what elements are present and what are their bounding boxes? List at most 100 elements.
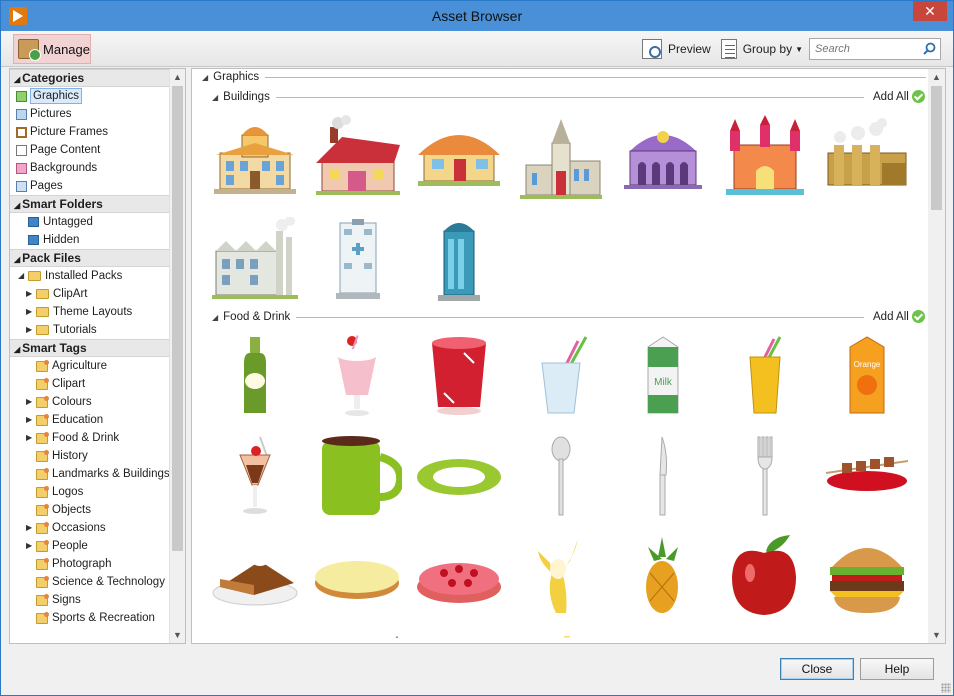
tag-history[interactable]: ▶History <box>10 447 170 465</box>
expand-icon[interactable]: ▶ <box>26 393 34 411</box>
asset-thumbnail[interactable] <box>414 217 504 303</box>
asset-thumbnail[interactable] <box>516 333 606 419</box>
tag-photograph[interactable]: ▶Photograph <box>10 555 170 573</box>
tag-clipart[interactable]: ▶Clipart <box>10 375 170 393</box>
asset-thumbnail[interactable] <box>522 635 612 643</box>
asset-thumbnail[interactable] <box>210 533 300 619</box>
folder-icon <box>28 271 41 281</box>
group-by-button[interactable]: Group by ▼ <box>720 39 803 59</box>
tag-food-drink[interactable]: ▶ Food & Drink <box>10 429 170 447</box>
smart-folder-untagged[interactable]: Untagged <box>10 213 170 231</box>
expand-icon[interactable]: ▶ <box>26 321 34 339</box>
pack-clipart[interactable]: ▶ ClipArt <box>10 285 170 303</box>
category-page-content[interactable]: Page Content <box>10 141 170 159</box>
help-button[interactable]: Help <box>860 658 934 680</box>
category-picture-frames[interactable]: Picture Frames <box>10 123 170 141</box>
tag-landmarks[interactable]: ▶Landmarks & Buildings <box>10 465 170 483</box>
content-scrollbar[interactable]: ▲ ▼ <box>928 69 945 643</box>
smart-folder-hidden[interactable]: Hidden <box>10 231 170 249</box>
pack-installed-packs[interactable]: ◢ Installed Packs <box>10 267 170 285</box>
asset-thumbnail[interactable] <box>312 533 402 619</box>
section-categories[interactable]: ◢ Categories <box>10 69 170 87</box>
category-pictures[interactable]: Pictures <box>10 105 170 123</box>
add-all-buildings[interactable]: Add All <box>873 90 925 103</box>
asset-thumbnail[interactable] <box>414 533 504 619</box>
expand-icon[interactable]: ▶ <box>26 411 34 429</box>
search-icon[interactable] <box>923 42 936 55</box>
asset-thumbnail[interactable]: Milk <box>618 333 708 419</box>
pack-theme-layouts[interactable]: ▶ Theme Layouts <box>10 303 170 321</box>
asset-thumbnail[interactable] <box>312 433 405 519</box>
search-input[interactable] <box>810 39 918 59</box>
content-scroll-thumb[interactable] <box>931 86 942 210</box>
expand-icon[interactable]: ▶ <box>26 537 34 555</box>
sidebar-scroll-thumb[interactable] <box>172 86 183 551</box>
expand-icon[interactable]: ▶ <box>26 519 34 537</box>
pack-tutorials[interactable]: ▶ Tutorials <box>10 321 170 339</box>
tag-objects[interactable]: ▶Objects <box>10 501 170 519</box>
tag-agriculture[interactable]: ▶Agriculture <box>10 357 170 375</box>
tag-folder-icon <box>36 539 49 552</box>
asset-thumbnail[interactable] <box>618 115 708 201</box>
tag-science[interactable]: ▶Science & Technology <box>10 573 170 591</box>
tag-people[interactable]: ▶ People <box>10 537 170 555</box>
sidebar-scrollbar[interactable]: ▲ ▼ <box>169 69 185 643</box>
category-pages[interactable]: Pages <box>10 177 170 195</box>
asset-thumbnail[interactable] <box>414 115 504 201</box>
asset-thumbnail[interactable]: Orange <box>822 333 912 419</box>
tag-logos[interactable]: ▶Logos <box>10 483 170 501</box>
asset-thumbnail[interactable] <box>618 433 708 519</box>
asset-thumbnail[interactable] <box>720 533 810 619</box>
asset-thumbnail[interactable] <box>516 433 606 519</box>
tag-sports[interactable]: ▶Sports & Recreation <box>10 609 170 627</box>
window-close-button[interactable]: ✕ <box>913 1 947 21</box>
section-smart-tags[interactable]: ◢ Smart Tags <box>10 339 170 357</box>
tag-signs[interactable]: ▶Signs <box>10 591 170 609</box>
asset-thumbnail[interactable] <box>822 433 912 519</box>
manage-button[interactable]: Manage <box>13 34 91 64</box>
expand-icon[interactable]: ▶ <box>26 429 34 447</box>
scroll-up-icon[interactable]: ▲ <box>928 69 945 85</box>
asset-thumbnail[interactable] <box>210 115 300 201</box>
scroll-down-icon[interactable]: ▼ <box>170 627 185 643</box>
svg-text:Milk: Milk <box>654 377 673 388</box>
asset-thumbnail[interactable] <box>312 217 402 303</box>
section-smart-folders[interactable]: ◢ Smart Folders <box>10 195 170 213</box>
add-all-food-drink[interactable]: Add All <box>873 310 925 323</box>
asset-thumbnail[interactable] <box>210 433 300 519</box>
asset-thumbnail[interactable] <box>414 433 504 519</box>
tag-folder-icon <box>36 521 49 534</box>
asset-thumbnail[interactable] <box>720 333 810 419</box>
tag-colours[interactable]: ▶ Colours <box>10 393 170 411</box>
group-food-drink[interactable]: ◢ Food & Drink <box>212 311 864 323</box>
resize-grip-icon[interactable] <box>941 683 951 693</box>
asset-thumbnail[interactable] <box>210 216 300 303</box>
asset-thumbnail[interactable] <box>822 533 912 619</box>
close-button[interactable]: Close <box>780 658 854 680</box>
collapse-icon: ◢ <box>14 75 21 84</box>
asset-thumbnail[interactable] <box>312 115 402 201</box>
asset-thumbnail[interactable] <box>720 115 810 201</box>
asset-thumbnail[interactable] <box>720 433 810 519</box>
expand-icon[interactable]: ▶ <box>26 285 34 303</box>
asset-thumbnail[interactable] <box>618 533 708 619</box>
category-graphics[interactable]: Graphics <box>10 87 170 105</box>
expand-icon[interactable]: ▶ <box>26 303 34 321</box>
group-graphics[interactable]: ◢ Graphics <box>202 71 926 83</box>
tag-occasions[interactable]: ▶ Occasions <box>10 519 170 537</box>
asset-thumbnail[interactable] <box>414 333 504 419</box>
asset-thumbnail[interactable] <box>312 333 402 419</box>
asset-thumbnail[interactable] <box>210 333 300 419</box>
group-buildings[interactable]: ◢ Buildings <box>212 91 864 103</box>
tag-education[interactable]: ▶ Education <box>10 411 170 429</box>
collapse-icon[interactable]: ◢ <box>18 267 26 285</box>
asset-thumbnail[interactable] <box>352 635 442 643</box>
section-pack-files[interactable]: ◢ Pack Files <box>10 249 170 267</box>
category-backgrounds[interactable]: Backgrounds <box>10 159 170 177</box>
preview-button[interactable]: Preview <box>642 39 711 59</box>
asset-thumbnail[interactable] <box>516 533 606 619</box>
scroll-up-icon[interactable]: ▲ <box>170 69 185 85</box>
asset-thumbnail[interactable] <box>822 115 912 201</box>
asset-thumbnail[interactable] <box>516 115 606 201</box>
scroll-down-icon[interactable]: ▼ <box>928 627 945 643</box>
